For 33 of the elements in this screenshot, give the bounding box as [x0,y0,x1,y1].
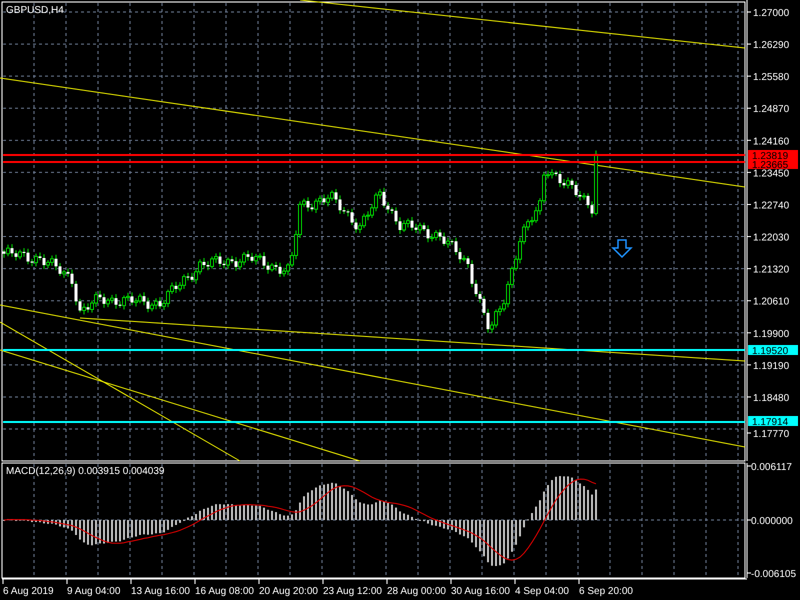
price-axis-label: 1.19900 [753,328,790,340]
macd-axis-label: 0.000000 [751,516,793,527]
time-axis-label: 4 Sep 04:00 [515,586,569,597]
time-axis-label: 9 Aug 04:00 [67,586,120,597]
time-axis-label: 6 Sep 20:00 [579,586,633,597]
price-tag: 1.17914 [748,416,798,428]
time-axis-label: 13 Aug 16:00 [131,586,190,597]
price-axis-label: 1.25580 [753,72,790,84]
price-axis-label: 1.21320 [753,264,790,276]
time-axis-label: 30 Aug 16:00 [451,586,510,597]
time-axis-label: 28 Aug 00:00 [387,586,446,597]
price-axis-label: 1.20610 [753,296,790,308]
time-axis-label: 16 Aug 08:00 [195,586,254,597]
time-axis-label: 6 Aug 2019 [3,586,54,597]
price-axis-label: 1.22030 [753,232,790,244]
macd-axis-label: 0.006117 [751,462,792,473]
price-axis-label: 1.17770 [753,429,790,440]
price-axis-label: 1.26290 [753,40,790,52]
price-axis-label: 1.19190 [753,360,790,372]
price-axis-label: 1.23450 [753,168,790,180]
time-axis-label: 23 Aug 12:00 [323,586,382,597]
chart-symbol-label: GBPUSD,H4 [6,5,64,16]
price-axis-label: 1.24160 [753,136,790,148]
price-tag: 1.23819 [748,150,798,162]
macd-axis-label: -0.006105 [751,569,796,580]
price-axis-label: 1.18480 [753,392,790,404]
price-tag: 1.23665 [748,159,798,171]
time-axis-label: 20 Aug 20:00 [259,586,318,597]
price-axis-label: 1.22740 [753,200,790,212]
price-axis-label: 1.24870 [753,104,790,116]
price-axis-label: 1.27000 [753,8,790,19]
price-tag: 1.19520 [748,345,798,357]
macd-indicator-label: MACD(12,26,9) 0.003915 0.004039 [6,466,164,477]
